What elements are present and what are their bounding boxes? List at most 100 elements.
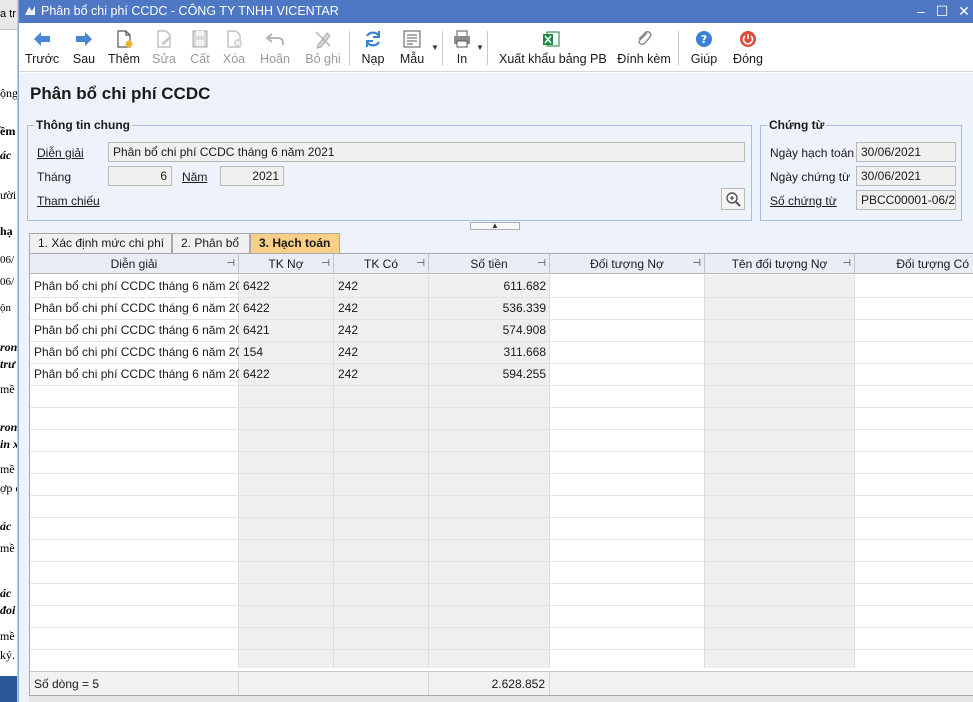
reference-lookup-button[interactable] (721, 188, 745, 210)
voucher-no-field[interactable]: PBCC00001-06/2 (856, 190, 956, 210)
column-header-label: TK Có (363, 257, 398, 271)
tab-allocation[interactable]: 2. Phân bổ (172, 233, 250, 253)
close-label: Đóng (733, 52, 763, 66)
background-text-line: hạ (0, 224, 13, 238)
print-button[interactable]: In (447, 26, 477, 70)
cell-description[interactable]: Phân bổ chi phí CCDC tháng 6 năm 20 (30, 275, 239, 297)
cell-credit-account[interactable]: 242 (334, 275, 429, 297)
tab-determine-cost[interactable]: 1. Xác định mức chi phí (29, 233, 172, 253)
table-row[interactable]: Phân bổ chi phí CCDC tháng 6 năm 20 6421… (30, 319, 973, 341)
add-button[interactable]: Thêm (107, 26, 141, 70)
background-text-line: ười (0, 188, 17, 202)
grid-row-line (30, 627, 973, 628)
pin-icon[interactable]: ⊣ (842, 254, 851, 274)
attach-button[interactable]: Đính kèm (616, 26, 672, 70)
cell-description[interactable]: Phân bổ chi phí CCDC tháng 6 năm 20 (30, 363, 239, 385)
horizontal-scrollbar[interactable] (29, 696, 973, 702)
background-document: a tr ộng ềm ác ười hạ 06/ 06/ ộn ron trư… (0, 0, 18, 702)
print-dropdown-caret[interactable]: ▼ (476, 43, 484, 52)
cell-debit-account[interactable]: 6422 (239, 297, 334, 319)
template-button[interactable]: Mẫu (395, 26, 429, 70)
cell-credit-account[interactable]: 242 (334, 297, 429, 319)
posting-date-field[interactable]: 30/06/2021 (856, 142, 956, 162)
arrow-right-icon (76, 32, 92, 46)
cell-description[interactable]: Phân bổ chi phí CCDC tháng 6 năm 20 (30, 297, 239, 319)
title-bar[interactable]: Phân bổ chi phí CCDC - CÔNG TY TNHH VICE… (19, 0, 973, 23)
previous-button[interactable]: Trước (25, 26, 59, 70)
minimize-button[interactable]: – (912, 2, 930, 20)
close-button[interactable]: Đóng (731, 26, 765, 70)
save-button[interactable]: Cất (185, 26, 215, 70)
column-header-amount[interactable]: Số tiền ⊣ (429, 254, 550, 274)
cancel-button[interactable]: Hoãn (257, 26, 293, 70)
cell-debit-account[interactable]: 154 (239, 341, 334, 363)
cell-amount[interactable]: 611.682 (429, 275, 550, 297)
description-field[interactable]: Phân bổ chi phí CCDC tháng 6 năm 2021 (108, 142, 745, 162)
cell-debit-account[interactable]: 6421 (239, 319, 334, 341)
refresh-icon (366, 31, 380, 47)
cell-credit-account[interactable]: 242 (334, 363, 429, 385)
background-text-line: ộng (0, 86, 18, 100)
column-header-debit-account[interactable]: TK Nợ ⊣ (239, 254, 334, 274)
description-label: Diễn giải (37, 146, 84, 160)
column-header-label: Đối tượng Nợ (590, 257, 664, 271)
voucher-date-field[interactable]: 30/06/2021 (856, 166, 956, 186)
pin-icon[interactable]: ⊣ (692, 254, 701, 274)
table-row[interactable]: Phân bổ chi phí CCDC tháng 6 năm 20 6422… (30, 275, 973, 297)
form-area: Phân bổ chi phí CCDC Thông tin chung Diễ… (19, 73, 973, 702)
maximize-button[interactable]: ☐ (933, 2, 951, 20)
pin-icon[interactable]: ⊣ (416, 254, 425, 274)
background-text-line: ềm (0, 124, 16, 138)
voucher-date-label: Ngày chứng từ (770, 170, 851, 184)
toolbar-separator (487, 31, 488, 65)
column-header-label: Đối tượng Có (896, 257, 969, 271)
reload-button[interactable]: Nạp (357, 26, 389, 70)
cell-amount[interactable]: 311.668 (429, 341, 550, 363)
grid-row-line (30, 407, 973, 408)
background-text-line: ký. (0, 648, 15, 662)
cell-description[interactable]: Phân bổ chi phí CCDC tháng 6 năm 20 (30, 341, 239, 363)
grid-body: Phân bổ chi phí CCDC tháng 6 năm 20 6422… (30, 275, 973, 668)
cell-amount[interactable]: 574.908 (429, 319, 550, 341)
column-header-debit-object-name[interactable]: Tên đối tượng Nợ ⊣ (705, 254, 855, 274)
attach-label: Đính kèm (617, 52, 671, 66)
column-header-label: Tên đối tượng Nợ (731, 257, 828, 271)
print-label: In (456, 52, 468, 66)
column-header-credit-account[interactable]: TK Có ⊣ (334, 254, 429, 274)
posting-date-label: Ngày hạch toán (770, 146, 855, 160)
template-dropdown-caret[interactable]: ▼ (431, 43, 439, 52)
column-header-description[interactable]: Diễn giải ⊣ (30, 254, 239, 274)
cell-amount[interactable]: 536.339 (429, 297, 550, 319)
pin-icon[interactable]: ⊣ (321, 254, 330, 274)
grid-footer: Số dòng = 5 2.628.852 (30, 671, 973, 695)
cell-debit-account[interactable]: 6422 (239, 275, 334, 297)
table-row[interactable]: Phân bổ chi phí CCDC tháng 6 năm 20 6422… (30, 363, 973, 385)
cell-credit-account[interactable]: 242 (334, 319, 429, 341)
zoom-in-icon (726, 192, 741, 207)
edit-button[interactable]: Sửa (149, 26, 179, 70)
pin-icon[interactable]: ⊣ (537, 254, 546, 274)
unpost-button[interactable]: Bỏ ghi (303, 26, 343, 70)
grid-row-line (30, 561, 973, 562)
column-header-debit-object[interactable]: Đối tượng Nợ ⊣ (550, 254, 705, 274)
year-field[interactable]: 2021 (220, 166, 284, 186)
collapse-splitter-button[interactable]: ▲ (470, 222, 520, 230)
next-button[interactable]: Sau (67, 26, 101, 70)
table-row[interactable]: Phân bổ chi phí CCDC tháng 6 năm 20 6422… (30, 297, 973, 319)
cell-description[interactable]: Phân bổ chi phí CCDC tháng 6 năm 20 (30, 319, 239, 341)
toolbar-separator (349, 31, 350, 65)
help-button[interactable]: ? Giúp (687, 26, 721, 70)
month-field[interactable]: 6 (108, 166, 172, 186)
export-allocation-button[interactable]: Xuất khẩu bảng PB (499, 26, 607, 70)
close-window-button[interactable]: ✕ (955, 2, 973, 20)
cell-credit-account[interactable]: 242 (334, 341, 429, 363)
column-header-credit-object[interactable]: Đối tượng Có (855, 254, 973, 274)
month-label: Tháng (37, 170, 72, 184)
delete-button[interactable]: Xóa (219, 26, 249, 70)
cell-debit-account[interactable]: 6422 (239, 363, 334, 385)
cell-amount[interactable]: 594.255 (429, 363, 550, 385)
tab-accounting[interactable]: 3. Hạch toán (250, 233, 340, 253)
table-row[interactable]: Phân bổ chi phí CCDC tháng 6 năm 20 154 … (30, 341, 973, 363)
pin-icon[interactable]: ⊣ (226, 254, 235, 274)
row-count: Số dòng = 5 (30, 672, 239, 695)
